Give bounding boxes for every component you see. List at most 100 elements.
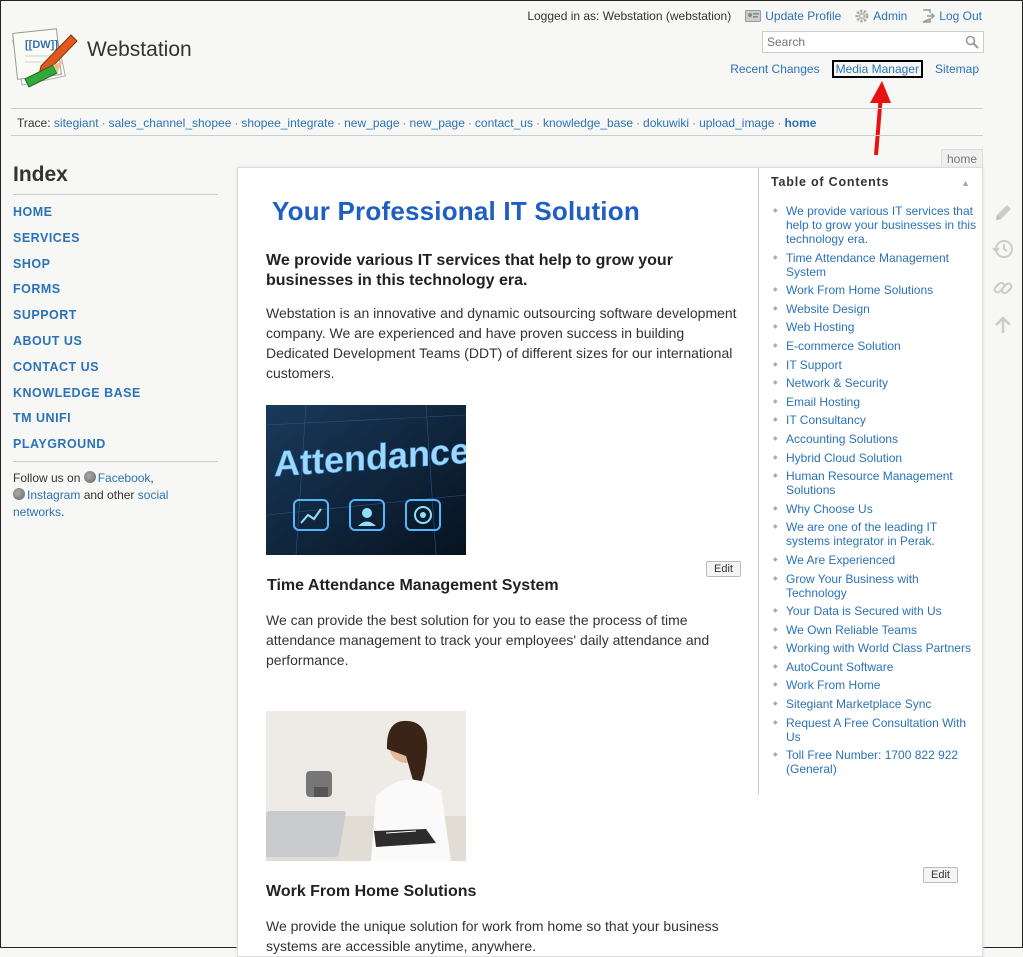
toc-item: We Own Reliable Teams <box>771 623 977 637</box>
logged-in-text: Logged in as: Webstation (webstation) <box>527 9 732 23</box>
search-input[interactable] <box>763 32 953 52</box>
trace-current[interactable]: home <box>784 116 816 130</box>
log-out-link[interactable]: Log Out <box>921 9 982 23</box>
toc-item: Time Attendance Management System <box>771 251 977 279</box>
facebook-link[interactable]: Facebook <box>98 471 151 485</box>
link-icon[interactable] <box>989 274 1017 302</box>
trace-link[interactable]: sitegiant <box>54 116 99 130</box>
sidebar-link[interactable]: HOME <box>13 205 53 219</box>
sidebar-link[interactable]: FORMS <box>13 282 61 296</box>
sidebar-item-forms: FORMS <box>13 280 218 306</box>
sidebar-item-about-us: ABOUT US <box>13 332 218 358</box>
header-divider <box>11 108 983 109</box>
page-title: Your Professional IT Solution <box>272 196 640 226</box>
toc-item: Website Design <box>771 302 977 316</box>
toc-item: Work From Home Solutions <box>771 283 977 297</box>
sidebar-item-home: HOME <box>13 203 218 229</box>
gear-icon <box>855 9 869 23</box>
edit-section-button[interactable]: Edit <box>923 867 958 883</box>
trace-divider <box>11 135 983 136</box>
sidebar-menu: HOME SERVICES SHOP FORMS SUPPORT ABOUT U… <box>13 203 218 461</box>
sidebar-item-shop: SHOP <box>13 255 218 281</box>
sidebar-link[interactable]: TM UNIFI <box>13 411 71 425</box>
toc-item: E-commerce Solution <box>771 339 977 353</box>
search-box <box>762 31 984 53</box>
site-title[interactable]: Webstation <box>87 38 192 62</box>
sidebar-link[interactable]: PLAYGROUND <box>13 437 106 451</box>
history-icon[interactable] <box>989 235 1017 263</box>
toc-list: We provide various IT services that help… <box>771 204 977 781</box>
edit-pencil-icon[interactable] <box>989 199 1017 227</box>
back-to-top-icon[interactable] <box>989 311 1017 339</box>
search-icon[interactable] <box>965 35 979 54</box>
toc-item: Your Data is Secured with Us <box>771 604 977 618</box>
logout-icon <box>923 9 936 23</box>
logo-text: [[DW]] <box>25 39 58 51</box>
media-manager-link[interactable]: Media Manager <box>831 60 923 78</box>
trace-link[interactable]: contact_us <box>475 116 533 130</box>
toc-item: Work From Home <box>771 678 977 692</box>
update-profile-link[interactable]: Update Profile <box>745 9 841 23</box>
toc-item: We Are Experienced <box>771 553 977 567</box>
sidebar-link[interactable]: SHOP <box>13 257 50 271</box>
sidebar-title: Index <box>13 163 68 186</box>
sidebar-item-playground: PLAYGROUND <box>13 435 218 461</box>
toc-item: Accounting Solutions <box>771 432 977 446</box>
edit-section-button[interactable]: Edit <box>706 561 741 577</box>
toc-item: Web Hosting <box>771 320 977 334</box>
page-id-tab: home <box>941 149 984 168</box>
toc-item: Grow Your Business with Technology <box>771 572 977 600</box>
toc-item: Why Choose Us <box>771 502 977 516</box>
trace-link[interactable]: new_page <box>344 116 399 130</box>
section-text-work-from-home: We provide the unique solution for work … <box>266 918 719 954</box>
sitemap-link[interactable]: Sitemap <box>932 60 982 78</box>
annotation-arrow-icon <box>870 81 891 156</box>
recent-changes-link[interactable]: Recent Changes <box>727 60 822 78</box>
admin-link[interactable]: Admin <box>855 9 907 23</box>
toc-item: Request A Free Consultation With Us <box>771 716 977 744</box>
section-heading-work-from-home: Work From Home Solutions <box>266 883 477 900</box>
toc-item: IT Consultancy <box>771 413 977 427</box>
toc-item: Working with World Class Partners <box>771 641 977 655</box>
sidebar-link[interactable]: ABOUT US <box>13 334 82 348</box>
site-logo[interactable]: [[DW]] <box>11 21 81 91</box>
sidebar: Index HOME SERVICES SHOP FORMS SUPPORT A… <box>13 163 218 521</box>
sidebar-divider <box>13 194 218 195</box>
sidebar-item-knowledge-base: KNOWLEDGE BASE <box>13 384 218 410</box>
sidebar-link[interactable]: SERVICES <box>13 231 80 245</box>
profile-icon <box>745 10 762 22</box>
lead-heading: We provide various IT services that help… <box>266 252 673 289</box>
instagram-link[interactable]: Instagram <box>27 488 80 502</box>
trace-link[interactable]: dokuwiki <box>643 116 689 130</box>
toc-item: Email Hosting <box>771 395 977 409</box>
toc-title[interactable]: Table of Contents <box>771 175 889 189</box>
section-text-time-attendance: We can provide the best solution for you… <box>266 612 710 668</box>
table-of-contents: Table of Contents ▲ We provide various I… <box>758 168 982 794</box>
toc-item: Network & Security <box>771 376 977 390</box>
log-out-label: Log Out <box>939 9 982 23</box>
sidebar-item-support: SUPPORT <box>13 306 218 332</box>
sidebar-link[interactable]: KNOWLEDGE BASE <box>13 386 141 400</box>
sidebar-link[interactable]: SUPPORT <box>13 308 77 322</box>
trace-link[interactable]: knowledge_base <box>543 116 633 130</box>
sidebar-item-services: SERVICES <box>13 229 218 255</box>
update-profile-label: Update Profile <box>765 9 842 23</box>
trace-link[interactable]: new_page <box>410 116 465 130</box>
sidebar-divider <box>13 460 218 462</box>
attendance-image[interactable]: Attendance <box>266 405 466 555</box>
toc-item: Sitegiant Marketplace Sync <box>771 697 977 711</box>
user-tools: Logged in as: Webstation (webstation) Up… <box>527 9 982 23</box>
trace-link[interactable]: shopee_integrate <box>241 116 334 130</box>
toc-item: AutoCount Software <box>771 660 977 674</box>
sidebar-item-contact-us: CONTACT US <box>13 358 218 384</box>
toc-collapse-icon[interactable]: ▲ <box>961 178 970 188</box>
sidebar-link[interactable]: CONTACT US <box>13 360 99 374</box>
globe-icon <box>13 487 25 500</box>
site-tools: Recent Changes Media Manager Sitemap <box>727 60 982 78</box>
work-from-home-image[interactable] <box>266 711 466 861</box>
globe-icon <box>83 470 96 483</box>
dokuwiki-logo-icon: [[DW]] <box>12 28 78 88</box>
trace-link[interactable]: sales_channel_shopee <box>109 116 232 130</box>
trace-link[interactable]: upload_image <box>699 116 774 130</box>
admin-label: Admin <box>873 9 908 23</box>
